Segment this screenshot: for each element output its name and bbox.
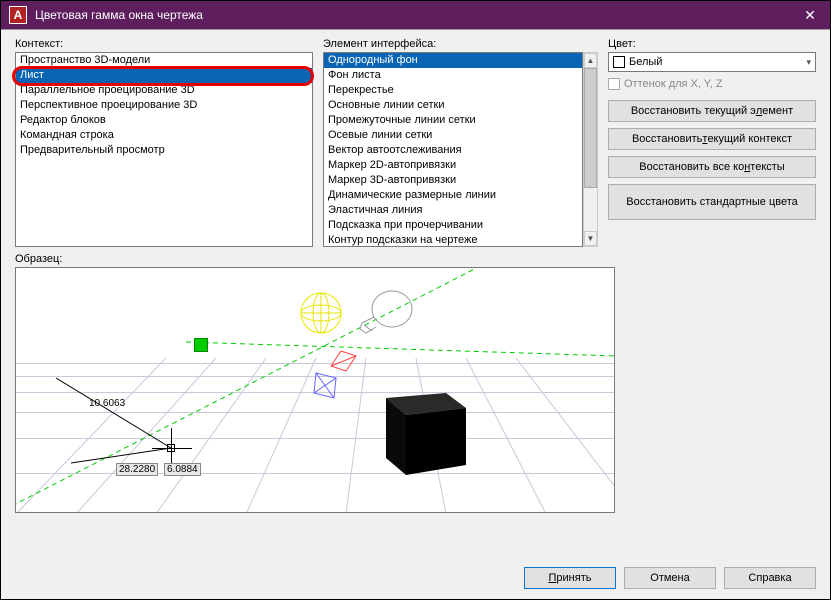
interface-item[interactable]: Вектор автоотслеживания xyxy=(324,143,582,158)
color-swatch-icon xyxy=(613,56,625,68)
sample-label: Образец: xyxy=(15,253,816,265)
dialog-body: Контекст: Пространство 3D-моделиЛистПара… xyxy=(1,29,830,599)
tint-label: Оттенок для X, Y, Z xyxy=(624,78,723,90)
interface-item[interactable]: Эластичная линия xyxy=(324,203,582,218)
accept-button[interactable]: Принять xyxy=(524,567,616,589)
interface-item[interactable]: Контур подсказки на чертеже xyxy=(324,233,582,247)
scroll-up-icon[interactable]: ▲ xyxy=(584,53,597,68)
snap-marker-icon xyxy=(194,338,208,352)
bulb-wireframe-icon xyxy=(346,283,416,343)
restore-all-contexts-button[interactable]: Восстановить все контексты xyxy=(608,156,816,178)
gizmo-blue-icon xyxy=(306,368,346,408)
interface-item[interactable]: Основные линии сетки xyxy=(324,98,582,113)
context-item[interactable]: Пространство 3D-модели xyxy=(16,53,312,68)
color-combobox[interactable]: Белый ▾ xyxy=(608,52,816,72)
app-logo-icon: A xyxy=(9,6,27,24)
interface-listbox[interactable]: Однородный фонФон листаПерекрестьеОсновн… xyxy=(323,52,583,247)
scroll-thumb[interactable] xyxy=(584,68,597,188)
interface-item[interactable]: Динамические размерные линии xyxy=(324,188,582,203)
interface-item[interactable]: Подсказка при прочерчивании xyxy=(324,218,582,233)
preview-area: 10.6063 28.2280 6.0884 xyxy=(15,267,615,513)
checkbox-icon[interactable] xyxy=(608,78,620,90)
help-button[interactable]: Справка xyxy=(724,567,816,589)
context-item[interactable]: Перспективное проецирование 3D xyxy=(16,98,312,113)
scroll-down-icon[interactable]: ▼ xyxy=(584,231,597,246)
titlebar: A Цветовая гамма окна чертежа ✕ xyxy=(1,1,830,29)
context-listbox[interactable]: Пространство 3D-моделиЛистПараллельное п… xyxy=(15,52,313,247)
color-value: Белый xyxy=(629,56,662,68)
restore-defaults-button[interactable]: Восстановить стандартные цвета xyxy=(608,184,816,220)
color-label: Цвет: xyxy=(608,38,816,50)
scroll-track[interactable] xyxy=(584,68,597,231)
window-frame: A Цветовая гамма окна чертежа ✕ Контекст… xyxy=(0,0,831,600)
cancel-button[interactable]: Отмена xyxy=(624,567,716,589)
restore-element-button[interactable]: Восстановить текущий элемент xyxy=(608,100,816,122)
interface-item[interactable]: Однородный фон xyxy=(324,53,582,68)
interface-item[interactable]: Маркер 2D-автопривязки xyxy=(324,158,582,173)
interface-item[interactable]: Перекрестье xyxy=(324,83,582,98)
interface-item[interactable]: Маркер 3D-автопривязки xyxy=(324,173,582,188)
context-item[interactable]: Предварительный просмотр xyxy=(16,143,312,158)
interface-item[interactable]: Осевые линии сетки xyxy=(324,128,582,143)
interface-item[interactable]: Фон листа xyxy=(324,68,582,83)
cube-icon xyxy=(366,383,476,483)
context-label: Контекст: xyxy=(15,38,313,50)
context-item[interactable]: Редактор блоков xyxy=(16,113,312,128)
restore-context-button[interactable]: Восстановить текущий контекст xyxy=(608,128,816,150)
footer-buttons: Принять Отмена Справка xyxy=(524,567,816,589)
interface-item[interactable]: Промежуточные линии сетки xyxy=(324,113,582,128)
interface-label: Элемент интерфейса: xyxy=(323,38,598,50)
globe-wireframe-icon xyxy=(296,288,346,338)
chevron-down-icon: ▾ xyxy=(806,57,811,68)
context-item[interactable]: Лист xyxy=(16,68,312,83)
context-item[interactable]: Параллельное проецирование 3D xyxy=(16,83,312,98)
close-icon[interactable]: ✕ xyxy=(790,1,830,29)
tint-checkbox-row[interactable]: Оттенок для X, Y, Z xyxy=(608,78,816,90)
context-item[interactable]: Командная строка xyxy=(16,128,312,143)
window-title: Цветовая гамма окна чертежа xyxy=(35,8,790,22)
scrollbar[interactable]: ▲ ▼ xyxy=(583,52,598,247)
